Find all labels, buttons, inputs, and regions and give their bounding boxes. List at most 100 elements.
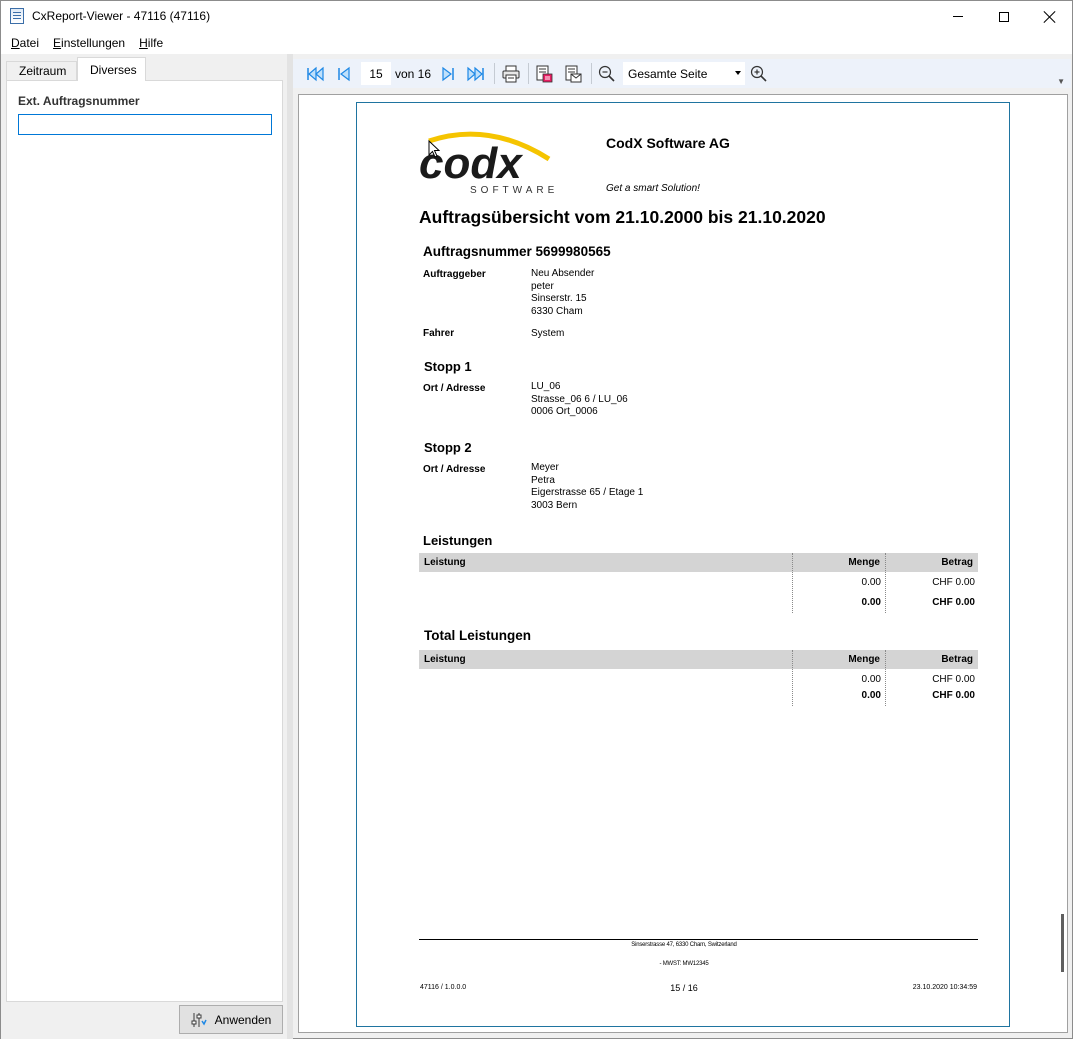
logo-subtext: SOFTWARE xyxy=(470,185,558,196)
printer-icon xyxy=(502,65,520,83)
client-address: Neu Absender peter Sinserstr. 15 6330 Ch… xyxy=(531,268,594,318)
stop-2-address-label: Ort / Adresse xyxy=(423,464,486,475)
col-betrag: Betrag xyxy=(941,654,973,665)
address-line: 3003 Bern xyxy=(531,499,578,511)
page-number-input[interactable] xyxy=(361,62,391,85)
print-button[interactable] xyxy=(500,63,522,85)
first-page-button[interactable] xyxy=(304,63,326,85)
close-button[interactable] xyxy=(1027,1,1073,32)
previous-page-button[interactable] xyxy=(333,63,355,85)
services-row-menge: 0.00 xyxy=(861,577,881,588)
apply-button-label: Anwenden xyxy=(214,1012,272,1027)
column-divider xyxy=(792,650,793,706)
zoom-out-icon xyxy=(598,65,615,82)
zoom-out-button[interactable] xyxy=(596,63,618,85)
menu-hilfe[interactable]: Hilfe xyxy=(132,36,170,50)
address-line: 0006 Ort_0006 xyxy=(531,406,598,418)
client-line: peter xyxy=(531,280,554,292)
menu-einstellungen-accel: E xyxy=(53,36,62,50)
next-page-icon xyxy=(442,66,454,82)
services-total-betrag: CHF 0.00 xyxy=(932,597,975,608)
company-name: CodX Software AG xyxy=(606,135,730,151)
address-line: LU_06 xyxy=(531,381,561,392)
footer-vat: - MWST: MW12345 xyxy=(659,961,709,967)
tab-content-diverses: Ext. Auftragsnummer xyxy=(6,80,283,1002)
order-number-heading: Auftragsnummer 5699980565 xyxy=(423,244,611,259)
stop-2-heading: Stopp 2 xyxy=(424,440,472,455)
driver-value: System xyxy=(531,328,565,339)
stop-2-address: Meyer Petra Eigerstrasse 65 / Etage 1 30… xyxy=(531,462,643,512)
address-line: Meyer xyxy=(531,462,559,473)
stop-1-address-label: Ort / Adresse xyxy=(423,383,486,394)
ext-order-number-label: Ext. Auftragsnummer xyxy=(18,94,140,108)
page-count-label: von 16 xyxy=(395,67,432,81)
services-heading: Leistungen xyxy=(423,533,493,548)
total-services-heading: Total Leistungen xyxy=(424,628,531,643)
last-page-button[interactable] xyxy=(465,63,487,85)
company-slogan: Get a smart Solution! xyxy=(606,183,700,194)
column-divider xyxy=(885,650,886,706)
menu-datei[interactable]: Datei xyxy=(4,36,46,50)
column-divider xyxy=(885,553,886,613)
ext-order-number-input[interactable] xyxy=(18,114,272,135)
address-line: Strasse_06 6 / LU_06 xyxy=(531,393,628,405)
close-icon xyxy=(1044,11,1056,23)
next-page-button[interactable] xyxy=(437,63,459,85)
mail-document-icon xyxy=(565,65,582,83)
last-page-icon xyxy=(467,66,484,82)
vertical-scrollbar-thumb[interactable] xyxy=(1061,914,1064,972)
previous-page-icon xyxy=(338,66,350,82)
services-total-menge: 0.00 xyxy=(861,597,881,608)
total-total-menge: 0.00 xyxy=(861,690,881,701)
col-leistung: Leistung xyxy=(424,654,466,665)
first-page-icon xyxy=(307,66,324,82)
toolbar-separator xyxy=(591,63,592,84)
window-title: CxReport-Viewer - 47116 (47116) xyxy=(32,9,211,23)
column-divider xyxy=(792,553,793,613)
col-betrag: Betrag xyxy=(941,557,973,568)
maximize-icon xyxy=(999,11,1009,22)
client-line: Sinserstr. 15 xyxy=(531,293,587,305)
services-row-betrag: CHF 0.00 xyxy=(932,577,975,588)
client-label: Auftraggeber xyxy=(423,269,486,280)
maximize-button[interactable] xyxy=(981,1,1027,32)
send-button[interactable] xyxy=(562,63,584,85)
app-window: CxReport-Viewer - 47116 (47116) Datei Ei… xyxy=(0,0,1073,1039)
menu-datei-label: atei xyxy=(19,36,40,50)
client-line: Neu Absender xyxy=(531,268,595,279)
filter-apply-icon xyxy=(191,1012,207,1028)
export-document-icon xyxy=(536,65,553,83)
total-row-betrag: CHF 0.00 xyxy=(932,674,975,685)
col-menge: Menge xyxy=(848,654,880,665)
client-line: 6330 Cham xyxy=(531,305,583,317)
report-page: codx SOFTWARE CodX Software AG Get a sma… xyxy=(356,102,1010,1027)
panel-splitter[interactable] xyxy=(287,54,293,1039)
dropdown-arrow-icon xyxy=(735,71,741,75)
report-title: Auftragsübersicht vom 21.10.2000 bis 21.… xyxy=(419,207,826,227)
zoom-select[interactable]: Gesamte Seite xyxy=(623,62,745,85)
title-bar: CxReport-Viewer - 47116 (47116) xyxy=(1,1,1072,32)
mouse-cursor-icon xyxy=(428,140,440,158)
services-table: Leistung Menge Betrag 0.00 CHF 0.00 0.00… xyxy=(419,553,978,613)
toolbar-separator xyxy=(528,63,529,84)
toolbar-overflow-icon[interactable]: ▼ xyxy=(1057,77,1065,86)
tab-diverses[interactable]: Diverses xyxy=(77,57,146,81)
menu-bar: Datei Einstellungen Hilfe xyxy=(1,32,1072,54)
total-row-menge: 0.00 xyxy=(861,674,881,685)
footer-address: Sinserstrasse 47, 6330 Cham, Switzerland xyxy=(631,942,737,948)
footer-rule xyxy=(419,939,978,940)
apply-button[interactable]: Anwenden xyxy=(179,1005,283,1034)
zoom-select-value: Gesamte Seite xyxy=(628,66,708,81)
export-button[interactable] xyxy=(533,63,555,85)
toolbar-separator xyxy=(494,63,495,84)
viewer-toolbar: von 16 xyxy=(293,59,1071,88)
total-total-betrag: CHF 0.00 xyxy=(932,690,975,701)
menu-einstellungen[interactable]: Einstellungen xyxy=(46,36,132,50)
minimize-button[interactable] xyxy=(935,1,981,32)
driver-label: Fahrer xyxy=(423,328,455,339)
menu-einstellungen-label: instellungen xyxy=(61,36,126,50)
report-viewer: codx SOFTWARE CodX Software AG Get a sma… xyxy=(298,94,1068,1033)
tab-zeitraum[interactable]: Zeitraum xyxy=(6,61,77,81)
zoom-in-button[interactable] xyxy=(748,63,770,85)
address-line: Petra xyxy=(531,474,555,486)
